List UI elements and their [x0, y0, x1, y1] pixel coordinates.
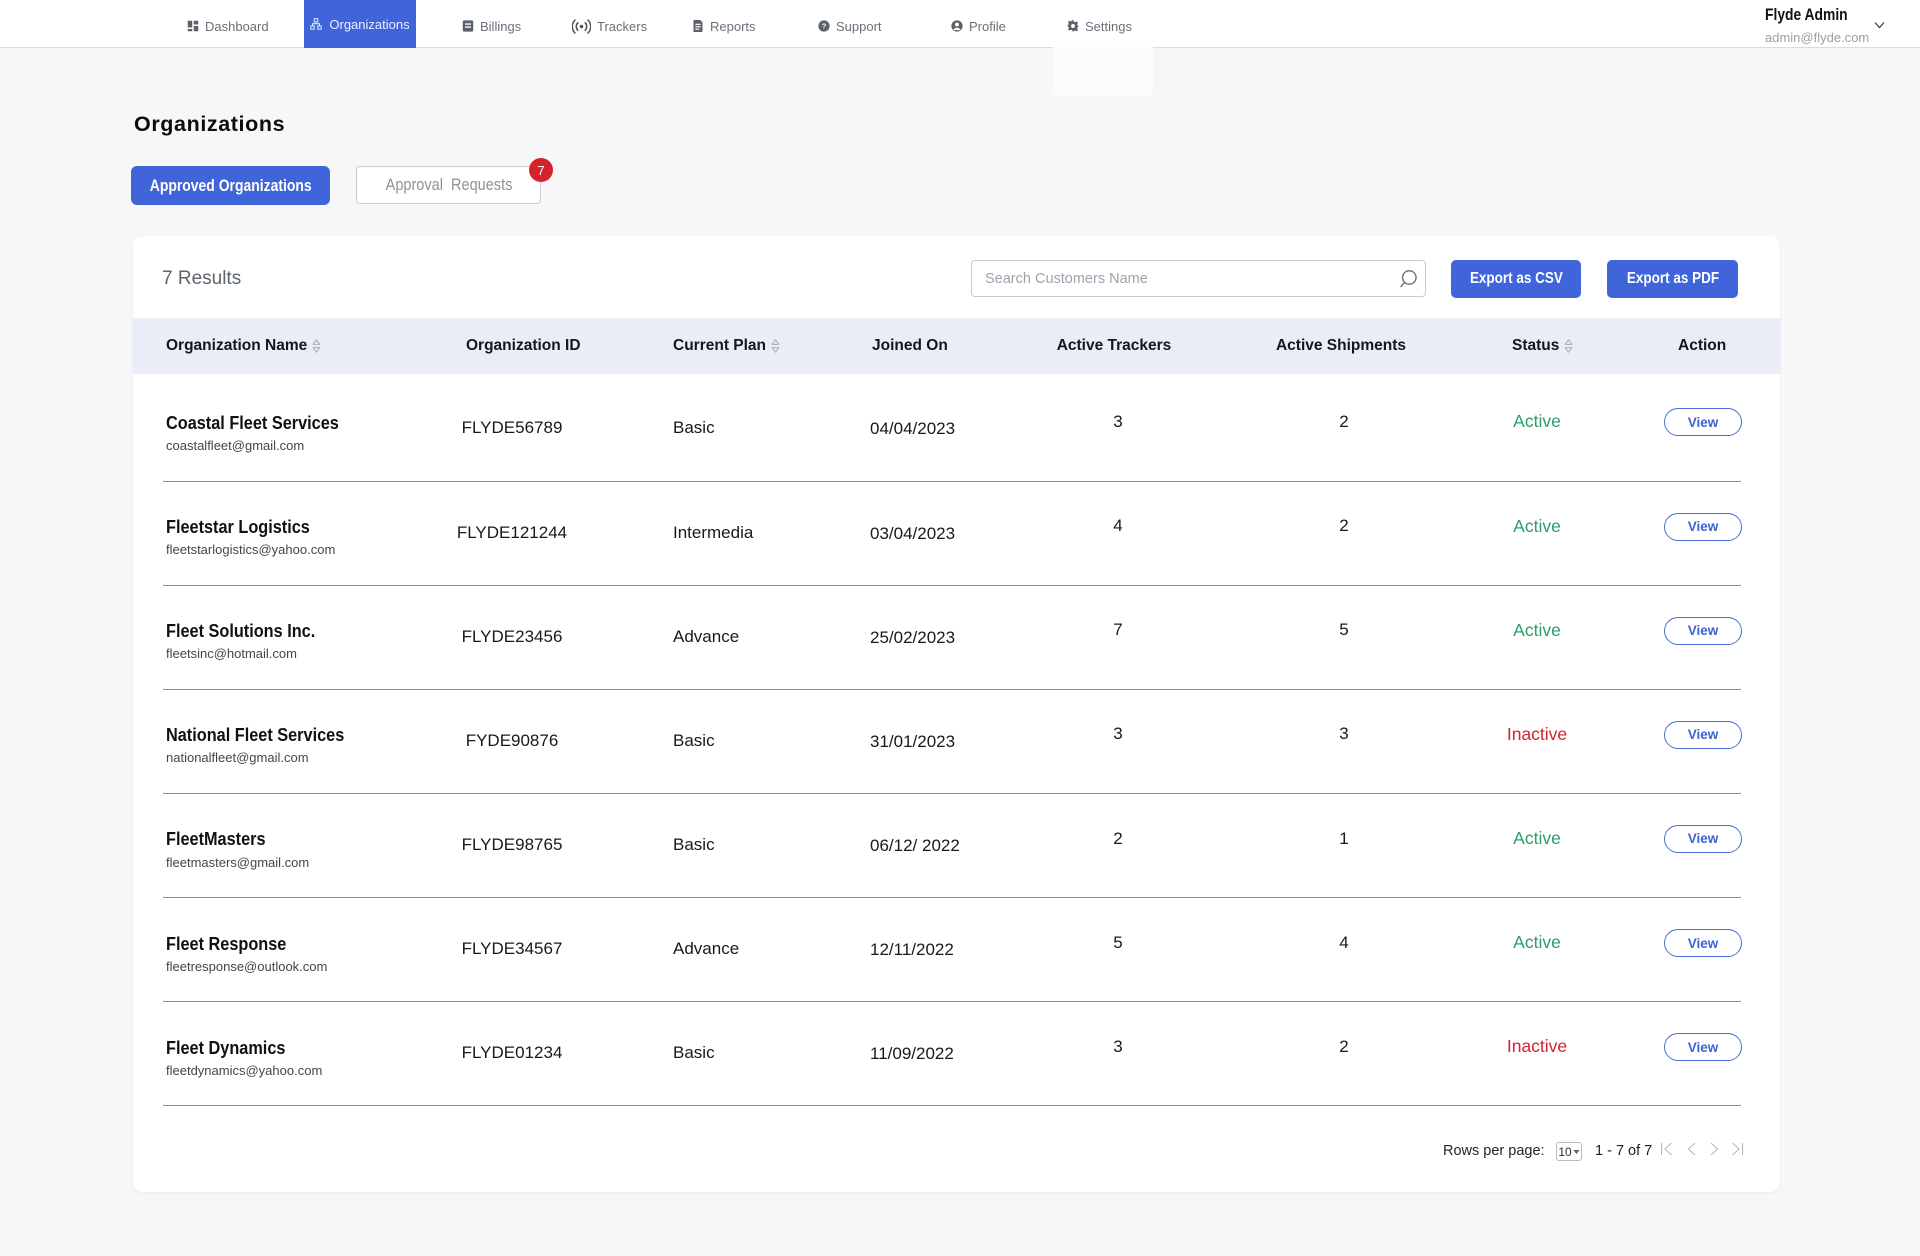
- svg-text:?: ?: [822, 22, 827, 31]
